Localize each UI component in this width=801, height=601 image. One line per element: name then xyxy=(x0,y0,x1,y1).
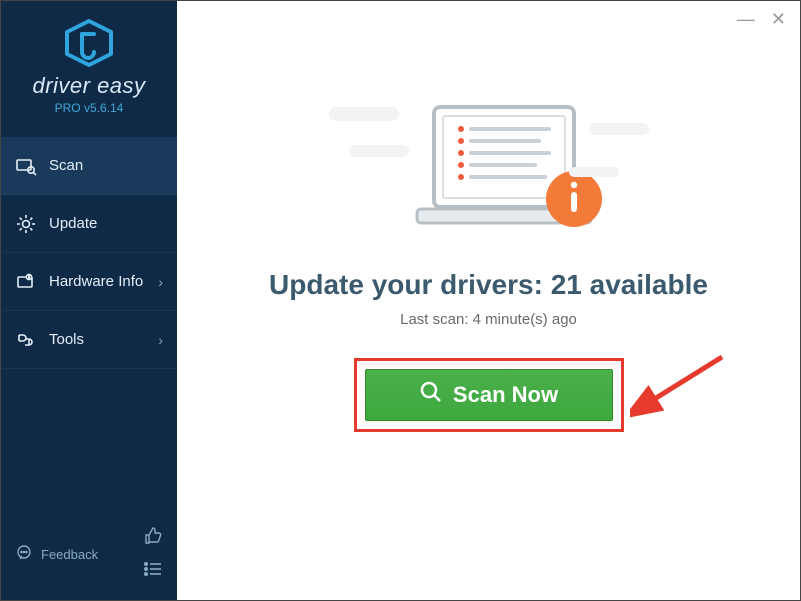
minimize-button[interactable]: — xyxy=(737,9,755,30)
scan-highlight-box: Scan Now xyxy=(354,358,624,432)
sidebar-footer: Feedback xyxy=(1,516,177,600)
brand-block: driver easy PRO v5.6.14 xyxy=(1,1,177,125)
chat-icon xyxy=(15,544,33,565)
lastscan-prefix: Last scan: xyxy=(400,311,473,328)
brand-name: driver easy xyxy=(1,73,177,99)
tools-icon xyxy=(15,329,37,351)
headline-suffix: available xyxy=(582,269,708,300)
available-count: 21 xyxy=(551,269,582,300)
sidebar-item-label: Hardware Info xyxy=(49,273,143,290)
sidebar-item-label: Scan xyxy=(49,157,83,174)
sidebar-item-scan[interactable]: Scan xyxy=(1,137,177,195)
sidebar-item-label: Tools xyxy=(49,331,84,348)
sidebar-item-label: Update xyxy=(49,215,97,232)
annotation-arrow xyxy=(630,351,730,426)
scan-icon xyxy=(15,155,37,177)
list-icon[interactable] xyxy=(143,561,163,582)
chevron-right-icon: › xyxy=(158,274,163,290)
headline: Update your drivers: 21 available xyxy=(269,269,708,301)
laptop-illustration xyxy=(339,97,639,247)
logo-icon xyxy=(1,19,177,67)
magnifier-icon xyxy=(419,380,443,410)
window-controls: — ✕ xyxy=(737,9,786,30)
feedback-label: Feedback xyxy=(41,547,98,562)
hardware-icon: i xyxy=(15,271,37,293)
close-button[interactable]: ✕ xyxy=(771,9,786,30)
last-scan-text: Last scan: 4 minute(s) ago xyxy=(400,311,577,328)
gear-icon xyxy=(15,213,37,235)
chevron-right-icon: › xyxy=(158,332,163,348)
sidebar-item-tools[interactable]: Tools › xyxy=(1,311,177,369)
main-pane: — ✕ xyxy=(177,1,800,600)
sidebar-nav: Scan Update i xyxy=(1,137,177,369)
feedback-button[interactable]: Feedback xyxy=(15,544,98,565)
thumbs-up-icon[interactable] xyxy=(143,526,163,551)
headline-prefix: Update your drivers: xyxy=(269,269,551,300)
sidebar: driver easy PRO v5.6.14 Scan xyxy=(1,1,177,600)
sidebar-item-hardware-info[interactable]: i Hardware Info › xyxy=(1,253,177,311)
scan-button-label: Scan Now xyxy=(453,382,558,408)
sidebar-item-update[interactable]: Update xyxy=(1,195,177,253)
brand-version: PRO v5.6.14 xyxy=(1,101,177,115)
lastscan-value: 4 minute(s) ago xyxy=(473,311,577,328)
svg-text:i: i xyxy=(28,275,29,281)
scan-now-button[interactable]: Scan Now xyxy=(365,369,613,421)
